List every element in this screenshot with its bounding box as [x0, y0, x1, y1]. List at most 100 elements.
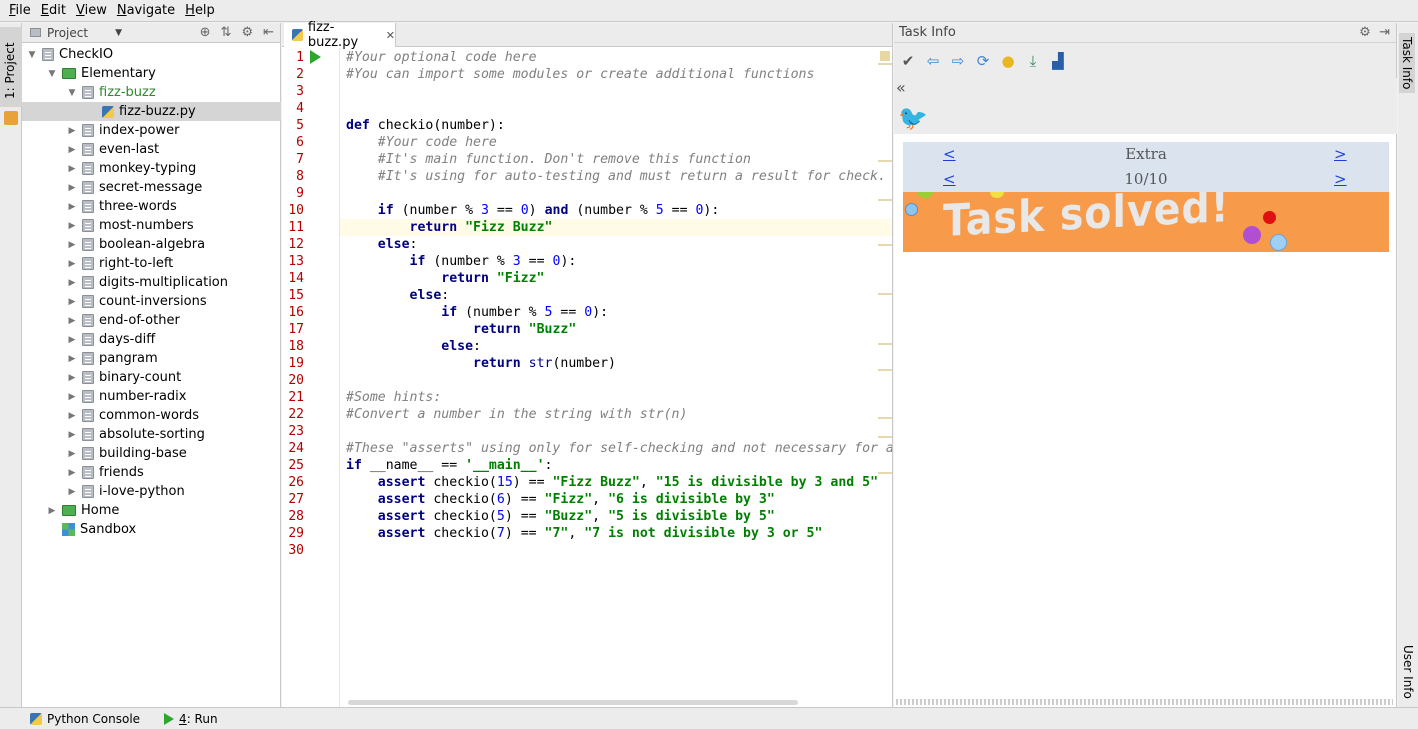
panel-resize-handle[interactable]	[896, 699, 1393, 705]
horizontal-scrollbar[interactable]	[348, 700, 798, 705]
tree-item[interactable]: ▶ days-diff	[22, 330, 281, 349]
tree-item[interactable]: ▶ number-radix	[22, 387, 281, 406]
share-icon[interactable]: ▟	[1050, 52, 1066, 70]
tree-item[interactable]: ▶ most-numbers	[22, 216, 281, 235]
tree-item[interactable]: fizz-buzz.py	[22, 102, 281, 121]
expand-arrow-down-icon[interactable]: ▼	[66, 88, 78, 98]
tree-item[interactable]: ▼ Elementary	[22, 64, 281, 83]
editor-tab-fizz-buzz[interactable]: fizz-buzz.py ✕	[284, 20, 396, 50]
task-info-title: Task Info	[899, 25, 956, 40]
forward-arrow-icon[interactable]: ⇨	[950, 52, 966, 70]
tree-item-label: binary-count	[99, 370, 182, 385]
code-token: (number %	[465, 305, 545, 320]
python-console-tab[interactable]: Python Console	[30, 712, 140, 726]
folder-icon	[82, 124, 94, 137]
expand-arrow-right-icon[interactable]: ▶	[46, 506, 58, 516]
expand-arrow-right-icon[interactable]: ▶	[66, 278, 78, 288]
tree-item[interactable]: ▶ secret-message	[22, 178, 281, 197]
code-line: def checkio(number):	[346, 117, 505, 134]
code-token: return	[441, 271, 497, 286]
expand-arrow-right-icon[interactable]: ▶	[66, 487, 78, 497]
code-token: 15	[496, 475, 513, 490]
user-info-tool-tab[interactable]: User Info	[1401, 645, 1415, 699]
tree-item[interactable]: ▶ monkey-typing	[22, 159, 281, 178]
tree-item[interactable]: ▼ fizz-buzz	[22, 83, 281, 102]
gear-icon[interactable]: ⚙	[1359, 25, 1371, 40]
tree-item[interactable]: ▶ count-inversions	[22, 292, 281, 311]
expand-arrow-right-icon[interactable]: ▶	[66, 335, 78, 345]
project-tool-tab[interactable]: 1: Project	[0, 27, 22, 107]
hide-panel-icon[interactable]: ⇤	[263, 25, 274, 40]
code-token: (number %	[433, 254, 513, 269]
expand-arrow-right-icon[interactable]: ▶	[66, 183, 78, 193]
checkio-icon[interactable]	[4, 111, 18, 125]
code-line: #Some hints:	[346, 389, 441, 406]
expand-arrow-right-icon[interactable]: ▶	[66, 449, 78, 459]
expand-arrow-right-icon[interactable]: ▶	[66, 221, 78, 231]
project-view-dropdown[interactable]: Project ▼	[30, 26, 122, 40]
expand-arrow-right-icon[interactable]: ▶	[66, 297, 78, 307]
check-icon[interactable]: ✔	[900, 52, 916, 70]
tree-item[interactable]: ▶ even-last	[22, 140, 281, 159]
refresh-icon[interactable]: ⟳	[975, 52, 991, 70]
expand-arrow-right-icon[interactable]: ▶	[66, 126, 78, 136]
expand-arrow-right-icon[interactable]: ▶	[66, 392, 78, 402]
expand-arrow-right-icon[interactable]: ▶	[66, 259, 78, 269]
close-icon[interactable]: ✕	[386, 29, 395, 42]
inspection-status-icon[interactable]	[880, 51, 890, 61]
code-token: #Your code here	[377, 135, 497, 150]
tree-item[interactable]: ▶ index-power	[22, 121, 281, 140]
expand-arrow-right-icon[interactable]: ▶	[66, 202, 78, 212]
expand-arrow-right-icon[interactable]: ▶	[66, 430, 78, 440]
expand-arrow-right-icon[interactable]: ▶	[66, 145, 78, 155]
tree-item[interactable]: ▶ i-love-python	[22, 482, 281, 501]
task-info-tool-tab[interactable]: Task Info	[1399, 33, 1415, 94]
tree-item[interactable]: ▶ building-base	[22, 444, 281, 463]
tree-item[interactable]: ▶ absolute-sorting	[22, 425, 281, 444]
expand-arrow-right-icon[interactable]: ▶	[66, 468, 78, 478]
menu-file[interactable]: File	[4, 3, 36, 18]
expand-arrow-right-icon[interactable]: ▶	[66, 240, 78, 250]
next-link[interactable]: >	[1334, 145, 1347, 163]
folder-icon	[42, 48, 54, 61]
tree-item[interactable]: ▶ right-to-left	[22, 254, 281, 273]
menu-navigate[interactable]: Navigate	[112, 3, 180, 18]
tree-item[interactable]: ▶ three-words	[22, 197, 281, 216]
tree-item[interactable]: ▶ end-of-other	[22, 311, 281, 330]
back-arrow-icon[interactable]: ⇦	[925, 52, 941, 70]
menu-view[interactable]: View	[71, 3, 112, 18]
gear-icon[interactable]: ⚙	[241, 25, 253, 40]
tree-item[interactable]: ▶ common-words	[22, 406, 281, 425]
tree-item[interactable]: ▶ binary-count	[22, 368, 281, 387]
expand-arrow-right-icon[interactable]: ▶	[66, 354, 78, 364]
menu-help[interactable]: Help	[180, 3, 220, 18]
tree-item[interactable]: ▼ CheckIO	[22, 45, 281, 64]
tree-item[interactable]: ▶ Home	[22, 501, 281, 520]
download-icon[interactable]: ⤓	[1025, 52, 1041, 70]
expand-arrow-down-icon[interactable]: ▼	[46, 69, 58, 79]
tree-item[interactable]: Sandbox	[22, 520, 281, 539]
next-link[interactable]: >	[1334, 170, 1347, 188]
menu-edit[interactable]: Edit	[36, 3, 71, 18]
target-icon[interactable]: ⊕	[200, 25, 211, 40]
run-gutter-icon[interactable]	[310, 50, 321, 64]
collapse-all-icon[interactable]: ⇅	[221, 25, 232, 40]
expand-arrow-down-icon[interactable]: ▼	[26, 50, 38, 60]
line-number-gutter: 1 2 3 4 5 6 7 8 9 10 11 12 13 14 15 16 17 18 19 20 21 22 23 24 2…	[282, 48, 340, 707]
code-area[interactable]: #Your optional code here #You can import …	[346, 48, 892, 707]
line-number: 13	[288, 254, 304, 269]
collapse-icon[interactable]: «	[896, 78, 906, 97]
tree-item[interactable]: ▶ digits-multiplication	[22, 273, 281, 292]
expand-arrow-right-icon[interactable]: ▶	[66, 411, 78, 421]
tree-item[interactable]: ▶ pangram	[22, 349, 281, 368]
run-tab[interactable]: 4: Run	[164, 712, 218, 726]
expand-arrow-right-icon[interactable]: ▶	[66, 373, 78, 383]
hide-panel-icon[interactable]: ⇥	[1379, 25, 1390, 40]
tree-item[interactable]: ▶ boolean-algebra	[22, 235, 281, 254]
expand-arrow-right-icon[interactable]: ▶	[66, 164, 78, 174]
code-line: return "Fizz"	[346, 270, 544, 287]
expand-arrow-right-icon[interactable]: ▶	[66, 316, 78, 326]
tree-item[interactable]: ▶ friends	[22, 463, 281, 482]
lightbulb-icon[interactable]: ●	[1000, 52, 1016, 70]
